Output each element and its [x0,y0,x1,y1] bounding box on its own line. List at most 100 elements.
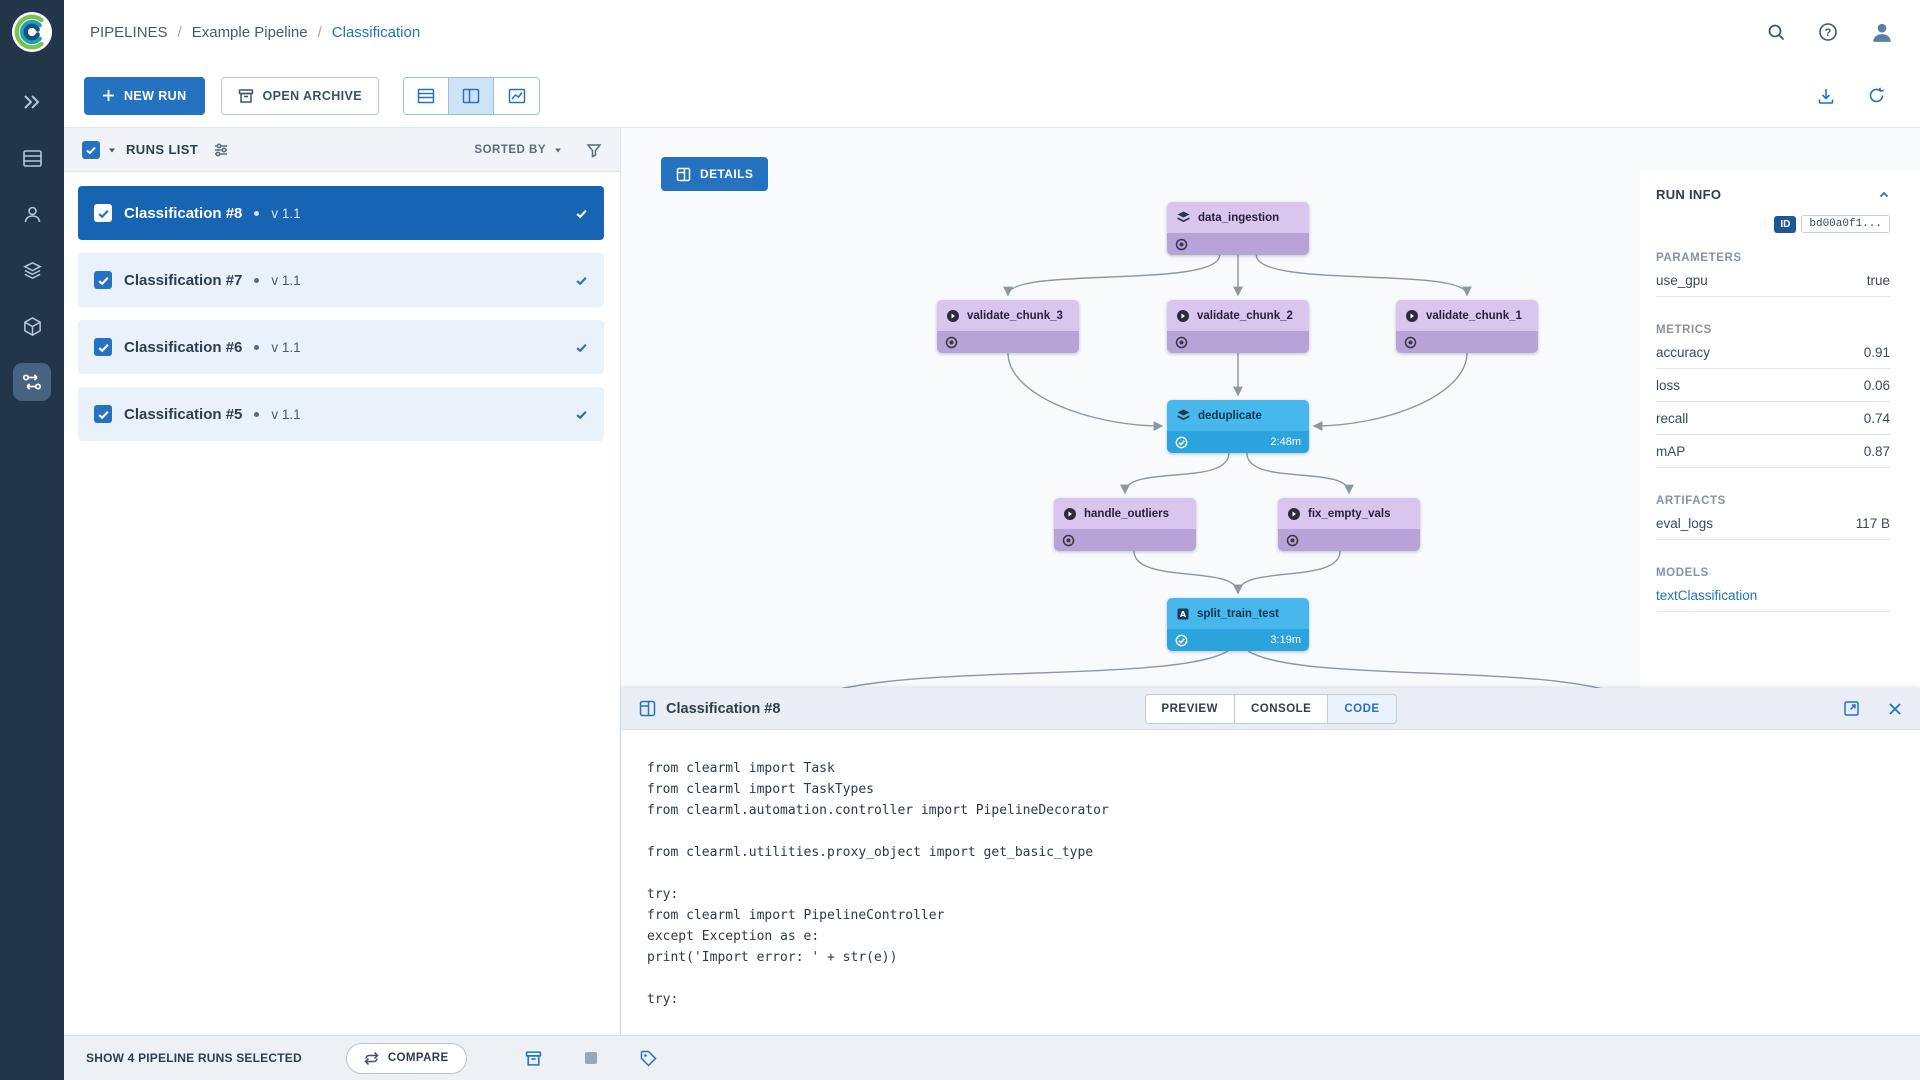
close-icon[interactable] [1888,702,1902,716]
select-all-checkbox[interactable] [82,141,100,159]
code-content[interactable]: from clearml import Task from clearml im… [621,730,1920,1010]
abort-icon[interactable] [584,1051,598,1065]
info-value: true [1867,273,1890,288]
pipeline-node-validate_chunk_1[interactable]: validate_chunk_1 [1396,300,1538,353]
tab-code[interactable]: CODE [1327,694,1396,724]
info-row: loss 0.06 [1656,369,1890,402]
download-icon[interactable] [1817,87,1835,105]
tags-icon[interactable] [640,1050,657,1067]
run-checkbox[interactable] [94,271,112,289]
run-row[interactable]: Classification #7 v 1.1 [78,253,604,307]
pipeline-node-split_train_test[interactable]: A split_train_test 3:19m [1167,598,1309,651]
runs-list-header: RUNS LIST SORTED BY [64,128,620,172]
sidebar-icon-datasets[interactable] [13,251,51,289]
pipeline-node-fix_empty_vals[interactable]: fix_empty_vals [1278,498,1420,551]
toolbar-right [1817,86,1900,105]
completed-icon [1175,634,1188,647]
run-info-panel: RUN INFO ID bd00a0f1... PARAMETERS use_g… [1640,171,1920,688]
split-view-button[interactable] [449,78,494,114]
status-icon [1286,534,1299,547]
toolbar: NEW RUN OPEN ARCHIVE [64,64,1920,128]
run-version: v 1.1 [271,340,300,355]
sorted-by-label: SORTED BY [474,144,546,156]
filter-icon[interactable] [586,142,602,158]
info-label: recall [1656,411,1688,426]
sidebar-icon-models[interactable] [13,307,51,345]
info-label: mAP [1656,444,1685,459]
sidebar-icon-overview[interactable] [13,83,51,121]
select-mode-caret-icon[interactable] [107,145,117,155]
sorted-by-control[interactable]: SORTED BY [474,144,563,156]
run-id-row: ID bd00a0f1... [1656,215,1890,233]
pipeline-node-validate_chunk_3[interactable]: validate_chunk_3 [937,300,1079,353]
breadcrumb-item[interactable]: Classification [332,24,420,41]
sort-caret-icon [553,145,563,155]
runs-list-title: RUNS LIST [126,142,198,157]
node-label: handle_outliers [1084,508,1169,520]
expand-icon[interactable] [1843,700,1860,717]
sidebar-icon-projects[interactable] [13,139,51,177]
run-status-dot [254,278,259,283]
breadcrumb-separator: / [178,24,182,41]
chart-view-button[interactable] [494,78,539,114]
open-archive-label: OPEN ARCHIVE [263,89,363,103]
avatar[interactable] [1870,20,1894,44]
details-button[interactable]: DETAILS [661,157,768,191]
run-info-section: ARTIFACTS eval_logs 117 B [1656,495,1890,540]
view-toggle [403,77,540,115]
info-label[interactable]: textClassification [1656,588,1757,603]
pipeline-canvas: DETAILS data_ingestion validate_chunk_3 … [621,128,1920,688]
runs-list: Classification #8 v 1.1 Classification #… [64,172,620,441]
sidebar-icon-workers[interactable] [13,195,51,233]
run-completed-icon [575,341,588,354]
node-label: validate_chunk_3 [967,310,1063,322]
tab-console[interactable]: CONSOLE [1234,694,1327,724]
run-row[interactable]: Classification #6 v 1.1 [78,320,604,374]
runs-panel: RUNS LIST SORTED BY Classification #8 v … [64,128,621,1035]
id-badge: ID [1774,216,1796,233]
column-settings-icon[interactable] [213,142,229,158]
compare-button[interactable]: COMPARE [346,1043,467,1074]
run-id-value[interactable]: bd00a0f1... [1801,215,1890,233]
section-title: MODELS [1656,567,1890,579]
pipeline-node-validate_chunk_2[interactable]: validate_chunk_2 [1167,300,1309,353]
info-label: loss [1656,378,1680,393]
new-run-button[interactable]: NEW RUN [84,77,205,115]
code-panel-tabs: PREVIEWCONSOLECODE [1144,694,1396,724]
run-info-title: RUN INFO [1656,187,1721,202]
tab-preview[interactable]: PREVIEW [1144,694,1234,724]
run-checkbox[interactable] [94,405,112,423]
table-view-button[interactable] [404,78,449,114]
help-icon[interactable]: ? [1818,22,1838,42]
archive-icon[interactable] [525,1050,542,1067]
run-row[interactable]: Classification #8 v 1.1 [78,186,604,240]
status-icon [1062,534,1075,547]
sidebar-icon-pipelines[interactable] [13,363,51,401]
info-value: 0.06 [1864,378,1890,393]
archive-box-icon [238,88,254,104]
auto-refresh-icon[interactable] [1867,86,1886,105]
completed-icon [1175,436,1188,449]
info-label: use_gpu [1656,273,1708,288]
status-icon [1404,336,1417,349]
info-row: textClassification [1656,579,1890,612]
status-icon [1175,238,1188,251]
run-row[interactable]: Classification #5 v 1.1 [78,387,604,441]
run-checkbox[interactable] [94,204,112,222]
breadcrumb-item[interactable]: Example Pipeline [192,24,308,41]
node-label: split_train_test [1197,608,1279,620]
compare-label: COMPARE [388,1052,449,1064]
open-archive-button[interactable]: OPEN ARCHIVE [221,77,380,115]
section-title: PARAMETERS [1656,252,1890,264]
breadcrumb-item[interactable]: PIPELINES [90,24,168,41]
bottom-bar: SHOW 4 PIPELINE RUNS SELECTED COMPARE [64,1035,1920,1080]
run-status-dot [254,345,259,350]
pipeline-node-data_ingestion[interactable]: data_ingestion [1167,202,1309,255]
run-checkbox[interactable] [94,338,112,356]
pipeline-node-handle_outliers[interactable]: handle_outliers [1054,498,1196,551]
pipeline-node-deduplicate[interactable]: deduplicate 2:48m [1167,400,1309,453]
clearml-logo[interactable] [11,11,53,53]
run-completed-icon [575,207,588,220]
search-icon[interactable] [1766,22,1786,42]
collapse-panel-icon[interactable] [1878,189,1890,201]
